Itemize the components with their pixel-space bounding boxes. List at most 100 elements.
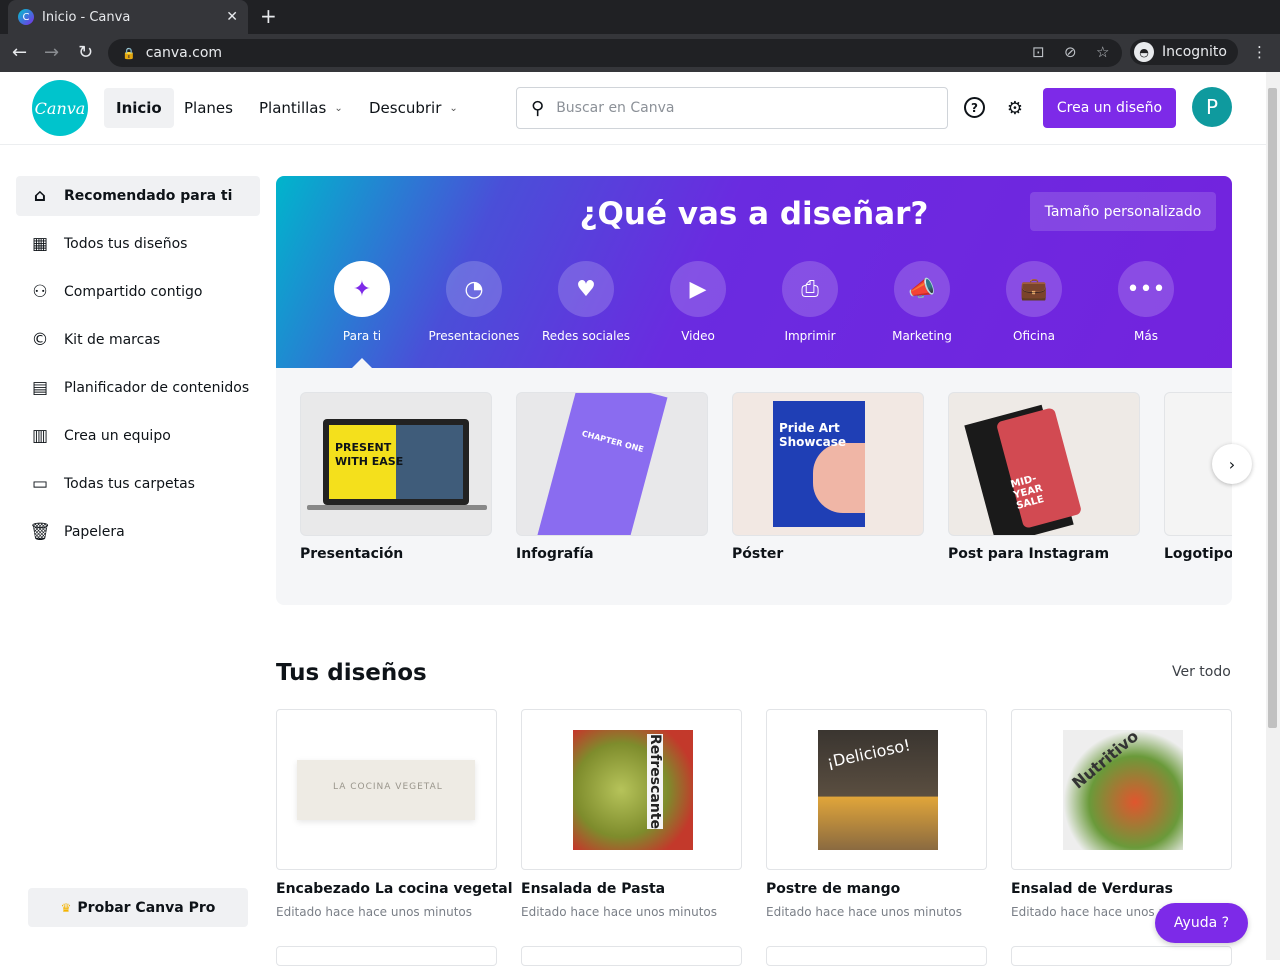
- nav-inicio[interactable]: Inicio: [104, 88, 174, 128]
- category-mas[interactable]: ••• Más: [1090, 261, 1202, 343]
- trash-icon: 🗑: [29, 522, 51, 542]
- sidebar-item-recommended[interactable]: ⌂ Recomendado para ti: [16, 176, 260, 216]
- sidebar-item-brand-kit[interactable]: © Kit de marcas: [16, 320, 260, 360]
- design-card[interactable]: [766, 946, 987, 966]
- megaphone-icon: 📣: [894, 261, 950, 317]
- sidebar-item-folders[interactable]: ▭ Todas tus carpetas: [16, 464, 260, 504]
- template-thumb-instagram[interactable]: MID-YEAR SALE: [948, 392, 1140, 536]
- design-title[interactable]: Encabezado La cocina vegetal: [276, 881, 513, 897]
- section-title: Tus diseños: [276, 660, 427, 686]
- category-marketing[interactable]: 📣 Marketing: [866, 261, 978, 343]
- incognito-icon: ◓: [1134, 42, 1154, 62]
- calendar-icon: ▤: [31, 378, 49, 398]
- browser-tab[interactable]: C Inicio - Canva ✕: [8, 0, 248, 34]
- nav-plantillas[interactable]: Plantillas ⌄: [247, 88, 355, 128]
- heart-icon: ♥: [558, 261, 614, 317]
- template-label[interactable]: Presentación: [300, 546, 403, 562]
- design-subtitle: Editado hace hace unos minutos: [276, 905, 473, 919]
- scrollbar-thumb[interactable]: [1268, 88, 1277, 728]
- category-oficina[interactable]: 💼 Oficina: [978, 261, 1090, 343]
- category-presentaciones[interactable]: ◔ Presentaciones: [418, 261, 530, 343]
- thumb-art-text: Pride Art Showcase: [779, 421, 847, 449]
- design-card[interactable]: Refrescante: [521, 709, 742, 870]
- search-icon: ⚲: [531, 97, 545, 119]
- gear-icon[interactable]: ⚙: [1003, 96, 1027, 120]
- design-title[interactable]: Ensalada de Pasta: [521, 881, 665, 897]
- forward-icon[interactable]: →: [44, 42, 59, 63]
- translate-icon[interactable]: ⊡: [1032, 43, 1045, 61]
- template-thumb-infografia[interactable]: CHAPTER ONE: [516, 392, 708, 536]
- sidebar-item-shared[interactable]: ⚇ Compartido contigo: [16, 272, 260, 312]
- design-subtitle: Editado hace hace unos minutos: [766, 905, 963, 919]
- see-all-link[interactable]: Ver todo: [1172, 664, 1231, 680]
- sidebar-item-all-designs[interactable]: ▦ Todos tus diseños: [16, 224, 260, 264]
- thumb-art-text: PRESENT WITH EASE: [335, 441, 404, 468]
- template-thumb-presentacion[interactable]: PRESENT WITH EASE: [300, 392, 492, 536]
- design-thumbnail: LA COCINA VEGETAL: [297, 760, 475, 820]
- design-card[interactable]: Nutritivo: [1011, 709, 1232, 870]
- design-card[interactable]: [276, 946, 497, 966]
- close-tab-icon[interactable]: ✕: [226, 9, 238, 25]
- search-placeholder: Buscar en Canva: [556, 100, 675, 116]
- presentation-icon: ◔: [446, 261, 502, 317]
- sidebar-item-trash[interactable]: 🗑 Papelera: [16, 512, 260, 552]
- create-design-button[interactable]: Crea un diseño: [1043, 88, 1176, 128]
- nav-descubrir[interactable]: Descubrir ⌄: [357, 88, 470, 128]
- sidebar-item-planner[interactable]: ▤ Planificador de contenidos: [16, 368, 260, 408]
- sidebar-item-label: Crea un equipo: [64, 428, 171, 444]
- category-label: Presentaciones: [428, 329, 520, 343]
- design-card[interactable]: LA COCINA VEGETAL: [276, 709, 497, 870]
- crown-icon: ♛: [60, 900, 72, 915]
- canva-logo[interactable]: Canva: [32, 80, 88, 136]
- template-label[interactable]: Póster: [732, 546, 783, 562]
- nav-planes[interactable]: Planes: [172, 88, 245, 128]
- help-button[interactable]: Ayuda ?: [1155, 903, 1248, 943]
- sidebar-item-label: Compartido contigo: [64, 284, 203, 300]
- url-text: canva.com: [145, 45, 223, 61]
- star-icon[interactable]: ☆: [1096, 43, 1109, 61]
- category-label: Marketing: [892, 329, 952, 343]
- template-label[interactable]: Post para Instagram: [948, 546, 1109, 562]
- profile-label: Incognito: [1162, 44, 1227, 60]
- custom-size-button[interactable]: Tamaño personalizado: [1030, 192, 1216, 231]
- avatar[interactable]: P: [1192, 87, 1232, 127]
- carousel-next-button[interactable]: ›: [1212, 444, 1252, 484]
- sidebar-item-label: Papelera: [64, 524, 125, 540]
- chevron-down-icon: ⌄: [449, 102, 458, 114]
- url-field[interactable]: 🔒 canva.com: [108, 39, 1122, 67]
- tracking-off-icon[interactable]: ⊘: [1064, 43, 1077, 61]
- building-icon: ▥: [31, 426, 49, 446]
- template-label[interactable]: Logotipo: [1164, 546, 1232, 562]
- category-video[interactable]: ▶ Video: [642, 261, 754, 343]
- template-label[interactable]: Infografía: [516, 546, 594, 562]
- design-title[interactable]: Postre de mango: [766, 881, 900, 897]
- thumb-art-text: LA COCINA VEGETAL: [333, 782, 443, 792]
- users-icon: ⚇: [32, 282, 48, 302]
- back-icon[interactable]: ←: [12, 42, 27, 63]
- design-card[interactable]: [521, 946, 742, 966]
- design-thumbnail: Refrescante: [573, 730, 693, 850]
- category-para-ti[interactable]: ✦ Para ti: [306, 261, 418, 343]
- sidebar-item-label: Kit de marcas: [64, 332, 161, 348]
- sidebar-item-team[interactable]: ▥ Crea un equipo: [16, 416, 260, 456]
- search-input[interactable]: ⚲ Buscar en Canva: [516, 87, 948, 129]
- category-imprimir[interactable]: ⎙ Imprimir: [754, 261, 866, 343]
- thumb-art-text: Refrescante: [647, 734, 663, 829]
- tab-title: Inicio - Canva: [42, 9, 131, 25]
- design-thumbnail: ¡Delicioso!: [818, 730, 938, 850]
- incognito-badge[interactable]: ◓ Incognito: [1130, 39, 1238, 65]
- design-title[interactable]: Ensalad de Verduras: [1011, 881, 1173, 897]
- design-thumbnail: Nutritivo: [1063, 730, 1183, 850]
- design-card[interactable]: ¡Delicioso!: [766, 709, 987, 870]
- grid-icon: ▦: [31, 234, 49, 254]
- new-tab-icon[interactable]: +: [260, 4, 277, 28]
- menu-kebab-icon[interactable]: ⋮: [1252, 43, 1267, 61]
- template-thumb-poster[interactable]: Pride Art Showcase: [732, 392, 924, 536]
- active-category-caret: [352, 358, 372, 368]
- help-icon[interactable]: ?: [964, 97, 985, 118]
- category-redes-sociales[interactable]: ♥ Redes sociales: [530, 261, 642, 343]
- try-pro-button[interactable]: ♛ Probar Canva Pro: [28, 888, 248, 927]
- design-card[interactable]: [1011, 946, 1232, 966]
- sidebar-item-label: Recomendado para ti: [64, 188, 233, 204]
- reload-icon[interactable]: ↻: [78, 42, 93, 63]
